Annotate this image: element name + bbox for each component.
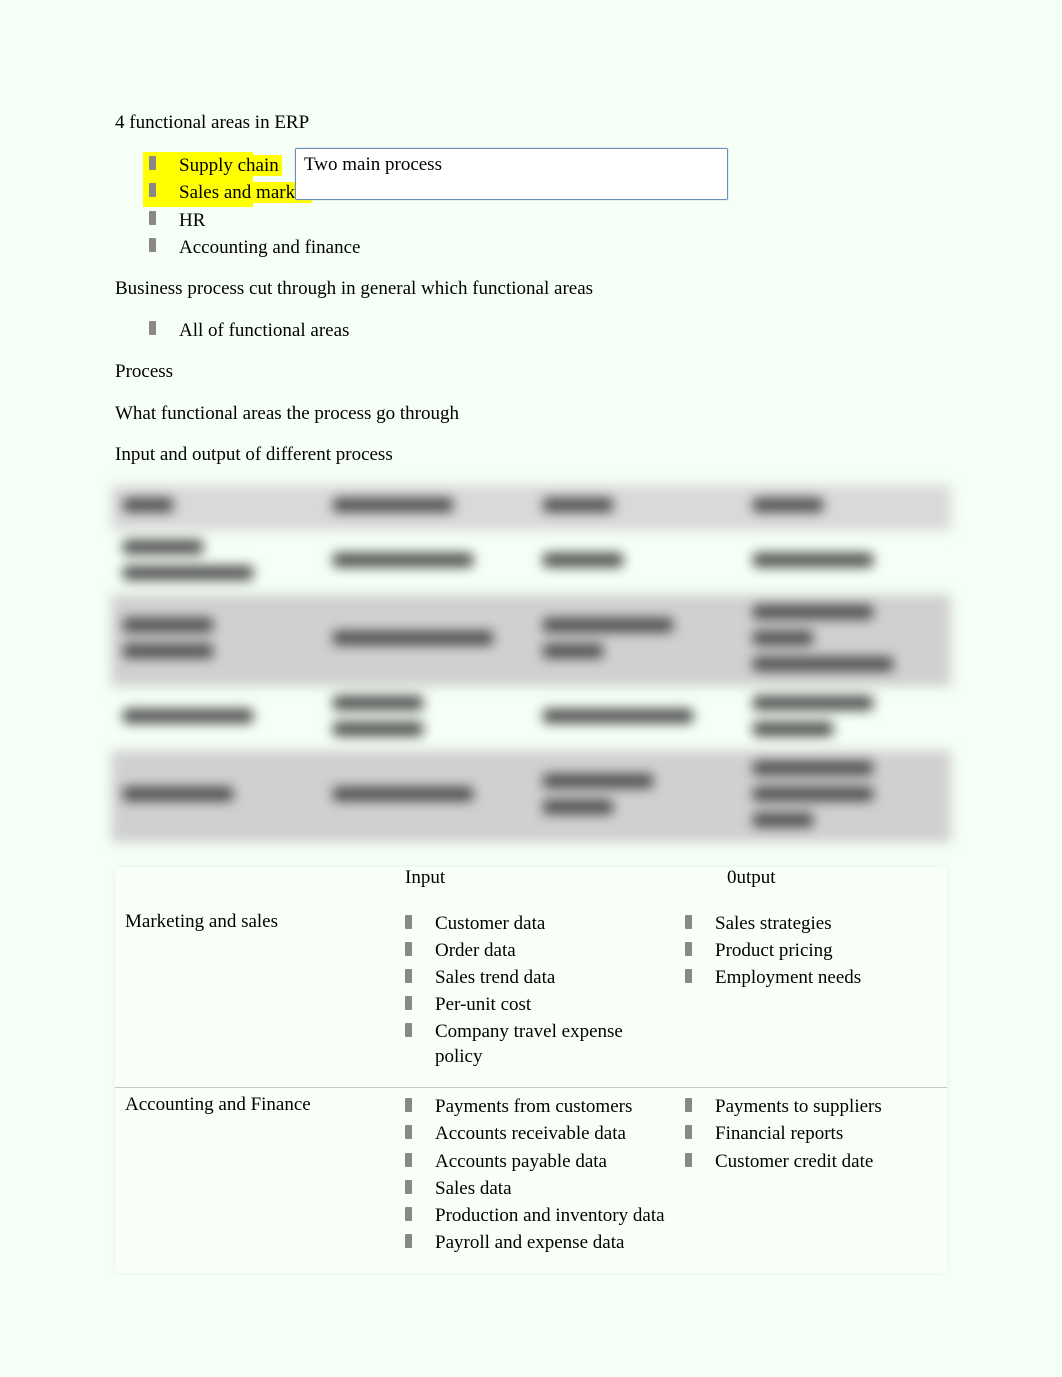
list-item: Sales trend data — [405, 965, 665, 990]
list-item: Financial reports — [685, 1121, 937, 1146]
list-item: Accounts receivable data — [405, 1121, 665, 1146]
list-item-label: Accounts receivable data — [435, 1123, 626, 1144]
list-item-label: Sales trend data — [435, 967, 555, 988]
io-output-list: Sales strategies Product pricing Employm… — [685, 911, 937, 990]
list-item: Payments from customers — [405, 1094, 665, 1119]
io-input-list: Payments from customers Accounts receiva… — [405, 1094, 665, 1254]
list-item-label: Payments from customers — [435, 1096, 632, 1117]
list-item: Payments to suppliers — [685, 1094, 937, 1119]
list-item-label: Sales and market — [179, 182, 312, 203]
list-item-label: Supply chain — [179, 155, 282, 176]
callout-text: Two main process — [304, 154, 442, 175]
obscured-table — [110, 484, 952, 843]
question-prompt: Business process cut through in general … — [115, 276, 947, 302]
list-item-label: Customer credit date — [715, 1151, 873, 1172]
list-item-label: Payments to suppliers — [715, 1096, 882, 1117]
section-heading-process: Process — [115, 359, 947, 385]
callout-two-main-process: Two main process — [295, 148, 728, 201]
list-item-label: HR — [179, 210, 205, 231]
list-item: Payroll and expense data — [405, 1230, 665, 1255]
list-item-label: Financial reports — [715, 1123, 843, 1144]
functional-areas-block: Supply chain Sales and market HR Account… — [115, 152, 947, 262]
list-item-label: All of functional areas — [179, 320, 349, 341]
list-item-label: Sales data — [435, 1178, 512, 1199]
list-item-label: Per-unit cost — [435, 994, 531, 1015]
list-item-label: Employment needs — [715, 967, 861, 988]
list-item-label: Company travel expense policy — [435, 1021, 623, 1067]
io-header-output: 0utput — [727, 867, 776, 888]
list-item: Per-unit cost — [405, 992, 665, 1017]
list-item: Product pricing — [685, 938, 937, 963]
list-item: Sales data — [405, 1176, 665, 1201]
io-area-name: Accounting and Finance — [115, 1088, 395, 1273]
page-title: 4 functional areas in ERP — [115, 110, 947, 136]
io-header-input: Input — [405, 867, 445, 888]
list-item-label: Product pricing — [715, 940, 833, 961]
io-input-list: Customer data Order data Sales trend dat… — [405, 911, 665, 1069]
list-item-label: Payroll and expense data — [435, 1232, 624, 1253]
list-item-label: Customer data — [435, 913, 545, 934]
list-item: Accounting and finance — [149, 234, 947, 262]
list-item: Sales strategies — [685, 911, 937, 936]
list-item-label: Accounting and finance — [179, 237, 360, 258]
list-item-label: Sales strategies — [715, 913, 832, 934]
list-item: All of functional areas — [149, 317, 947, 345]
answer-list: All of functional areas — [115, 317, 947, 345]
list-item-label: Order data — [435, 940, 516, 961]
list-item: Customer credit date — [685, 1149, 937, 1174]
list-item-label: Production and inventory data — [435, 1205, 665, 1226]
io-area-name: Marketing and sales — [115, 905, 395, 1088]
io-output-list: Payments to suppliers Financial reports … — [685, 1094, 937, 1173]
io-table: Input 0utput Marketing and sales Custome… — [115, 867, 947, 1273]
list-item: Order data — [405, 938, 665, 963]
list-item: Customer data — [405, 911, 665, 936]
list-item: Production and inventory data — [405, 1203, 665, 1228]
list-item: Employment needs — [685, 965, 937, 990]
list-item: Accounts payable data — [405, 1149, 665, 1174]
list-item: HR — [149, 207, 947, 235]
line-io: Input and output of different process — [115, 442, 947, 468]
list-item-label: Accounts payable data — [435, 1151, 607, 1172]
line-what-fa: What functional areas the process go thr… — [115, 401, 947, 427]
document-page: 4 functional areas in ERP Supply chain S… — [0, 0, 1062, 1313]
list-item: Company travel expense policy — [405, 1019, 665, 1069]
